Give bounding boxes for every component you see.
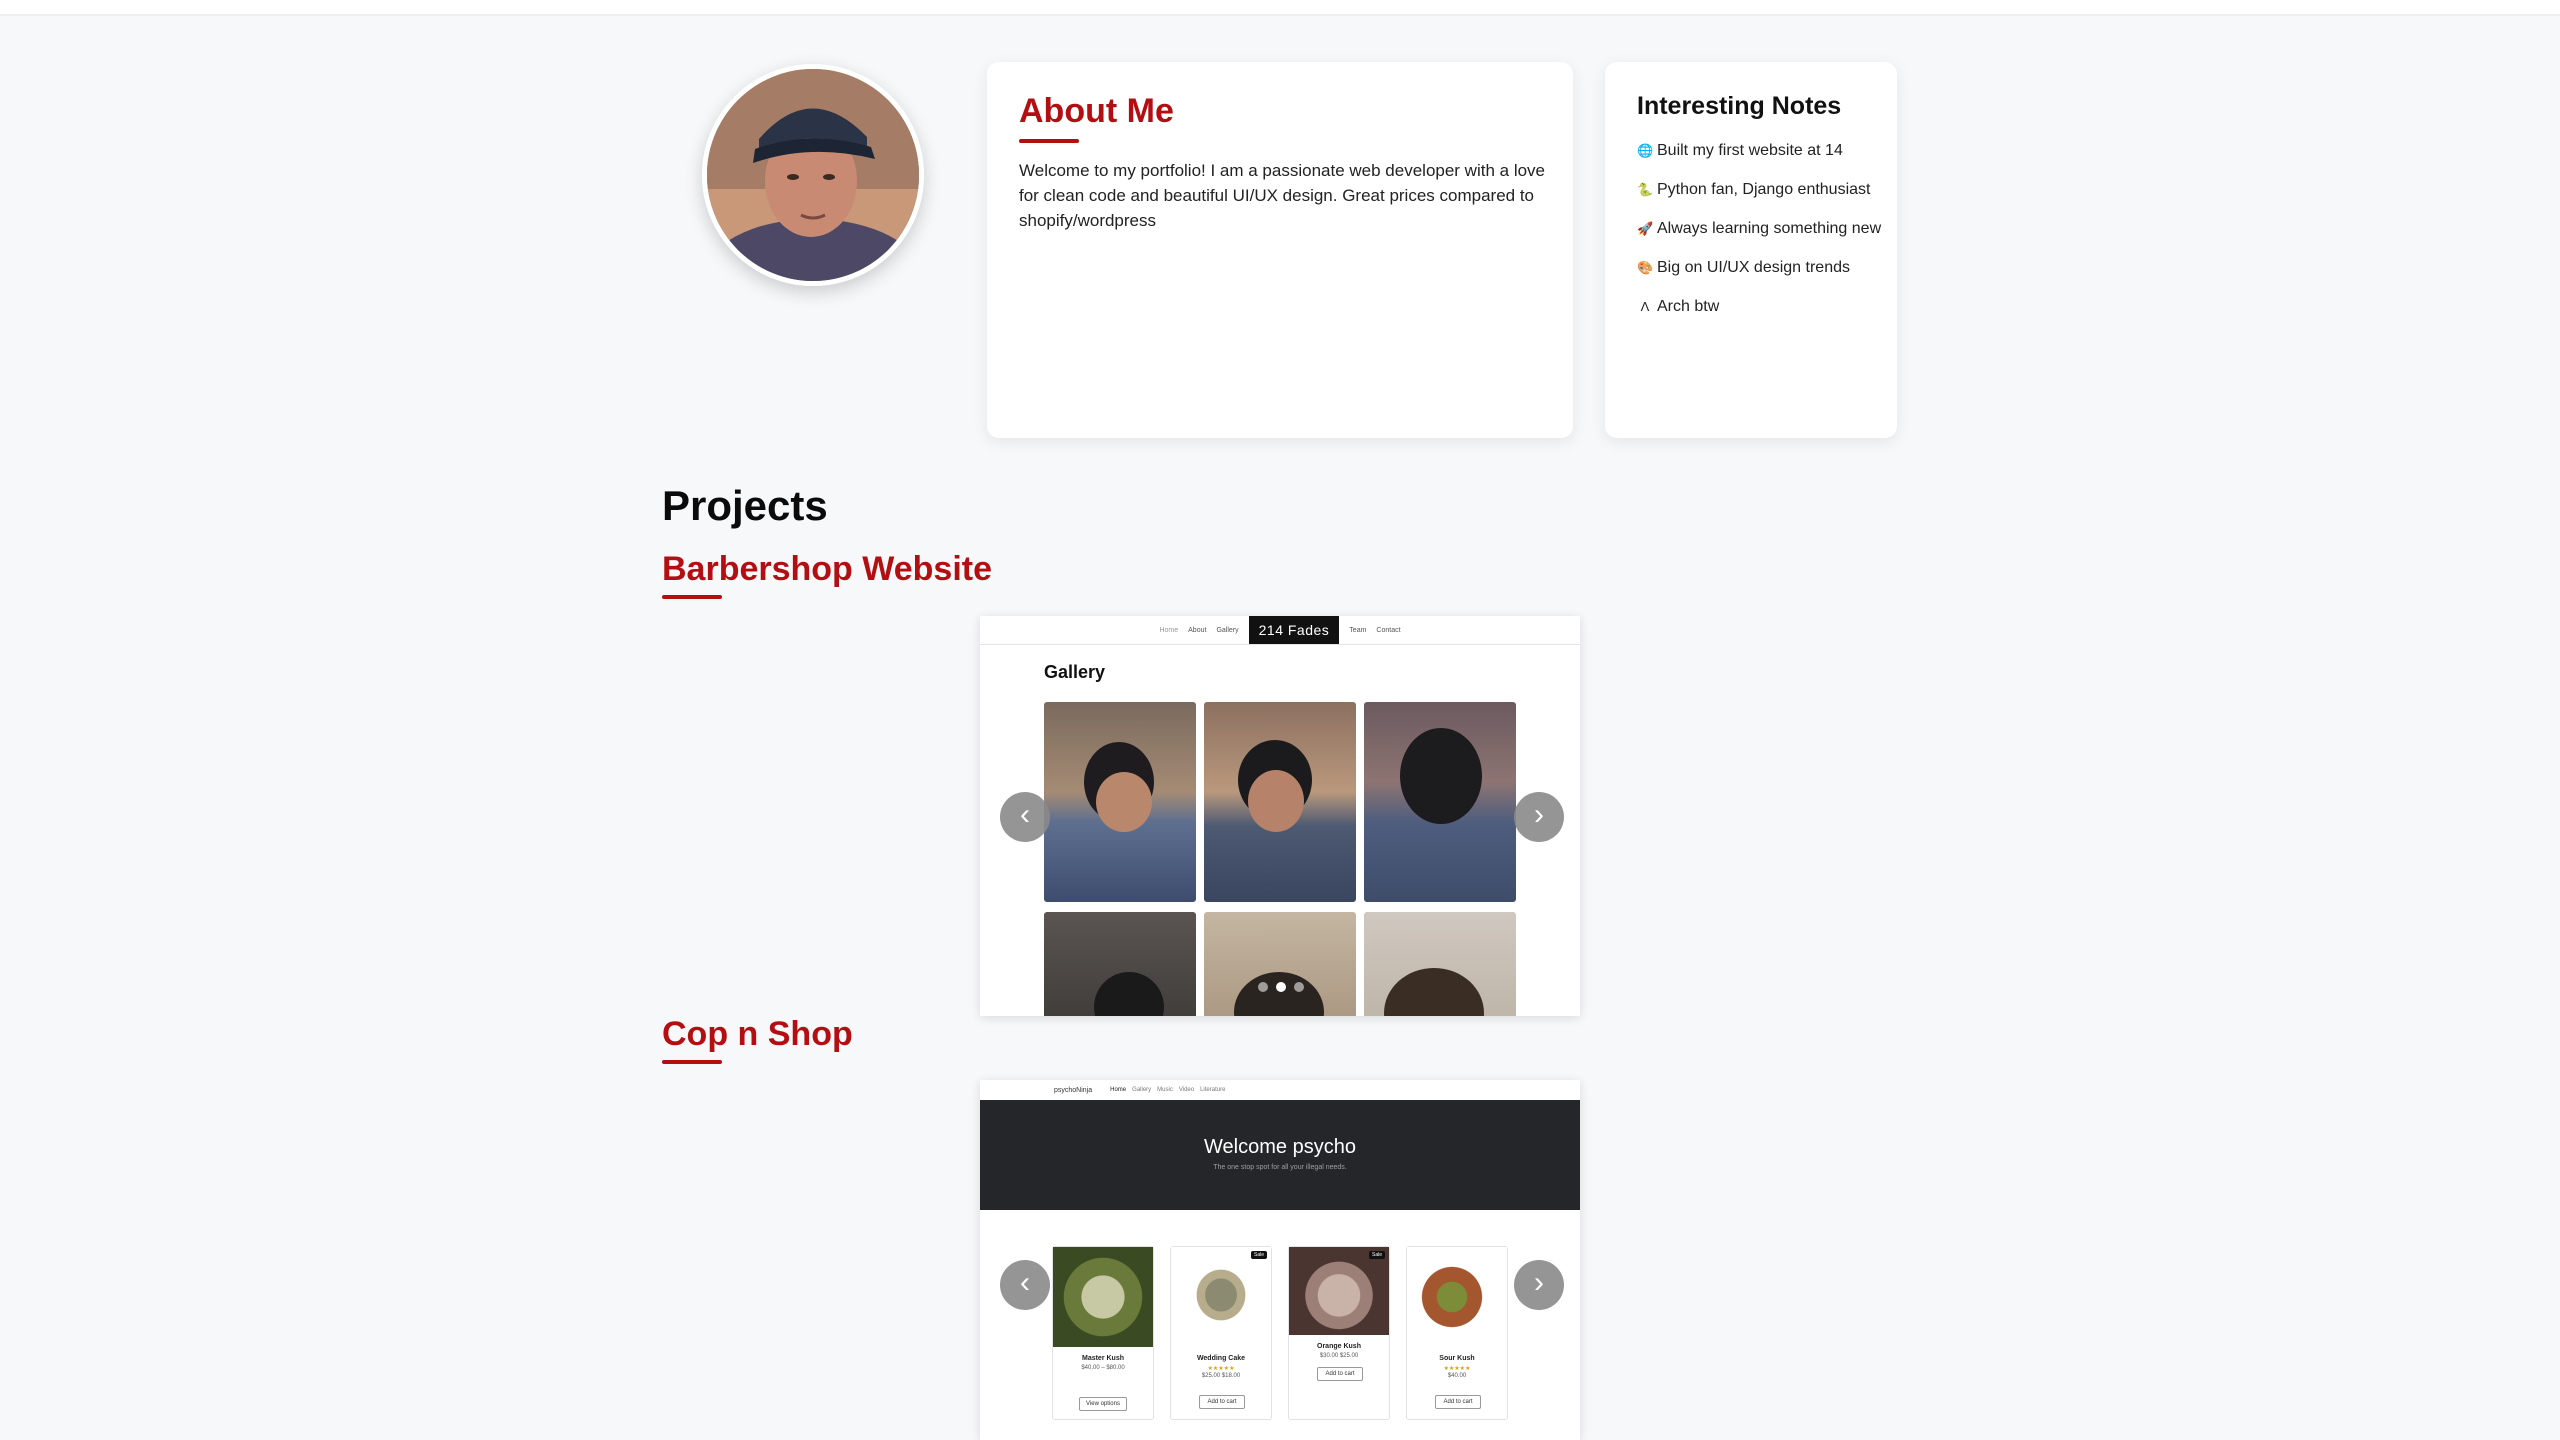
- view-options-button[interactable]: View options: [1079, 1397, 1127, 1411]
- product-image: [1407, 1247, 1507, 1347]
- note-text: Built my first website at 14: [1657, 142, 1843, 159]
- product-price: $40.00 – $80.00: [1081, 1365, 1125, 1371]
- globe-icon: 🌐: [1637, 143, 1654, 158]
- gallery-photo: [1044, 702, 1196, 902]
- note-item: 🎨 Big on UI/UX design trends: [1637, 255, 1887, 280]
- preview-brand[interactable]: 214 Fades: [1248, 616, 1340, 644]
- note-text: Arch btw: [1657, 298, 1720, 315]
- preview-nav-link[interactable]: Literature: [1200, 1087, 1225, 1093]
- note-item: 🌐 Built my first website at 14: [1637, 138, 1887, 163]
- notes-title: Interesting Notes: [1637, 92, 1842, 120]
- note-item: 🐍 Python fan, Django enthusiast: [1637, 177, 1887, 202]
- product-rating: ★★★★★: [1443, 1366, 1471, 1372]
- product-card[interactable]: Master Kush $40.00 – $80.00 View options: [1052, 1246, 1154, 1420]
- sale-badge: Sale: [1250, 1251, 1267, 1259]
- add-to-cart-button[interactable]: Add to cart: [1199, 1395, 1245, 1409]
- preview-nav-link[interactable]: Music: [1157, 1087, 1173, 1093]
- gallery-photo: [1364, 702, 1516, 902]
- product-rating: ★★★★★: [1207, 1366, 1235, 1372]
- project-title-underline: [662, 1060, 722, 1064]
- notes-card: Interesting Notes 🌐 Built my first websit…: [1605, 62, 1897, 438]
- carousel-dot[interactable]: [1258, 982, 1268, 992]
- product-card[interactable]: Sale Wedding Cake ★★★★★ $25.00 $18.00 Ad…: [1170, 1246, 1272, 1420]
- add-to-cart-button[interactable]: Add to cart: [1317, 1367, 1363, 1381]
- product-name: Sour Kush: [1439, 1355, 1475, 1362]
- preview-nav-link[interactable]: Gallery: [1132, 1087, 1151, 1093]
- project-title-cop-n-shop: Cop n Shop: [662, 1015, 853, 1053]
- arch-icon: Λ: [1640, 299, 1650, 314]
- gallery-photo: [1364, 912, 1516, 1016]
- projects-heading: Projects: [662, 482, 828, 529]
- note-text: Python fan, Django enthusiast: [1657, 181, 1871, 198]
- preview-nav-link[interactable]: Home: [1159, 627, 1178, 634]
- python-icon: 🐍: [1637, 182, 1654, 197]
- note-item: Λ Arch btw: [1637, 294, 1887, 319]
- product-name: Orange Kush: [1317, 1343, 1361, 1350]
- product-card[interactable]: Sour Kush ★★★★★ $40.00 Add to cart: [1406, 1246, 1508, 1420]
- preview-nav: psychoNinja Home Gallery Music Video Lit…: [980, 1080, 1580, 1100]
- top-bar: [0, 0, 2560, 16]
- preview-nav-link[interactable]: Contact: [1376, 627, 1400, 634]
- notes-list: 🌐 Built my first website at 14 🐍 Python fa…: [1637, 138, 1887, 333]
- project-title-underline: [662, 595, 722, 599]
- avatar: [702, 64, 924, 286]
- palette-icon: 🎨: [1637, 260, 1654, 275]
- note-text: Always learning something new: [1657, 220, 1882, 237]
- gallery-photo: [1204, 912, 1356, 1016]
- about-title-underline: [1019, 139, 1079, 143]
- preview-hero-subtitle: The one stop spot for all your illegal n…: [1213, 1164, 1347, 1171]
- product-price: $40.00: [1447, 1373, 1467, 1379]
- gallery-photo: [1204, 702, 1356, 902]
- project-title-barbershop: Barbershop Website: [662, 550, 993, 588]
- cop-n-shop-preview: psychoNinja Home Gallery Music Video Lit…: [980, 1080, 1580, 1440]
- preview-nav-link[interactable]: Home: [1110, 1087, 1126, 1093]
- carousel-next-button[interactable]: ›: [1514, 1260, 1564, 1310]
- preview-nav-link[interactable]: Gallery: [1216, 627, 1238, 634]
- product-image: [1289, 1247, 1389, 1335]
- barbershop-preview: Home About Gallery 214 Fades Team Contac…: [980, 616, 1580, 1016]
- about-title: About Me: [1019, 92, 1174, 130]
- preview-gallery-title: Gallery: [1044, 662, 1106, 682]
- product-image: [1171, 1247, 1271, 1347]
- add-to-cart-button[interactable]: Add to cart: [1435, 1395, 1481, 1409]
- preview-nav-link[interactable]: Team: [1349, 627, 1366, 634]
- carousel-next-button[interactable]: ›: [1514, 792, 1564, 842]
- rocket-icon: 🚀: [1637, 221, 1654, 236]
- preview-brand[interactable]: psychoNinja: [1054, 1087, 1092, 1094]
- about-text: Welcome to my portfolio! I am a passiona…: [1019, 161, 1546, 230]
- carousel-dot-active[interactable]: [1276, 982, 1286, 992]
- carousel-dot[interactable]: [1294, 982, 1304, 992]
- product-price: $25.00 $18.00: [1201, 1373, 1241, 1379]
- product-card[interactable]: Sale Orange Kush $30.00 $25.00 Add to ca…: [1288, 1246, 1390, 1420]
- preview-nav: Home About Gallery 214 Fades Team Contac…: [980, 616, 1580, 645]
- preview-hero-title: Welcome psycho: [1204, 1136, 1356, 1158]
- preview-nav-link[interactable]: About: [1188, 627, 1206, 634]
- product-price: $30.00 $25.00: [1319, 1353, 1359, 1359]
- carousel-prev-button[interactable]: ‹: [1000, 1260, 1050, 1310]
- gallery-photo: [1044, 912, 1196, 1016]
- sale-badge: Sale: [1368, 1251, 1385, 1259]
- product-name: Wedding Cake: [1196, 1355, 1246, 1362]
- preview-hero: Welcome psycho The one stop spot for all…: [980, 1100, 1580, 1210]
- carousel-prev-button[interactable]: ‹: [1000, 792, 1050, 842]
- preview-nav-link[interactable]: Video: [1179, 1087, 1194, 1093]
- note-text: Big on UI/UX design trends: [1657, 259, 1850, 276]
- note-item: 🚀 Always learning something new: [1637, 216, 1887, 241]
- carousel-dots: [1258, 982, 1304, 992]
- product-name: Master Kush: [1081, 1355, 1124, 1362]
- about-card: About Me Welcome to my portfolio! I am a…: [987, 62, 1573, 438]
- product-image: [1053, 1247, 1153, 1347]
